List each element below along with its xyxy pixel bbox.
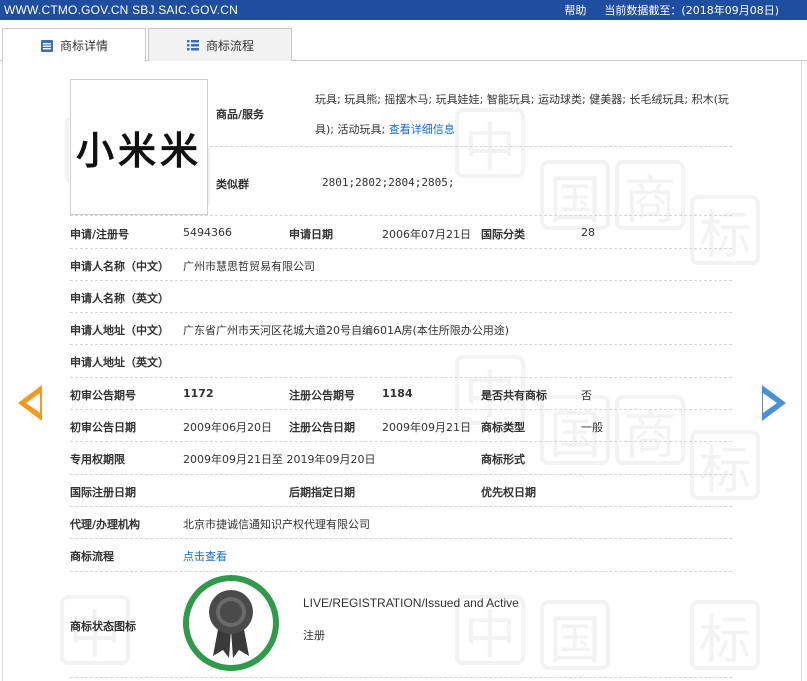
- tm-type-label: 商标类型: [481, 421, 525, 434]
- watermark: 商: [615, 395, 685, 466]
- view-details-link[interactable]: 查看详细信息: [389, 123, 455, 136]
- divider: [210, 146, 732, 147]
- watermark: 中: [455, 108, 525, 179]
- watermark: 标: [690, 195, 760, 266]
- tab-trademark-process[interactable]: 商标流程: [148, 28, 292, 61]
- intl-class-value: 28: [581, 226, 595, 239]
- next-arrow-inner: [763, 393, 777, 413]
- data-date: 当前数据截至：(2018年09月08日): [604, 4, 779, 17]
- exclusive-label: 专用权期限: [70, 453, 125, 466]
- divider: [70, 409, 732, 410]
- top-bar: WWW.CTMO.GOV.CN SBJ.SAIC.GOV.CN 帮助 当前数据截…: [0, 0, 807, 20]
- reg-notice-no-value: 1184: [382, 387, 413, 400]
- status-en: LIVE/REGISTRATION/Issued and Active: [303, 596, 519, 610]
- goods-line-2: 具); 活动玩具;: [315, 123, 386, 136]
- goods-label: 商品/服务: [216, 108, 265, 121]
- status-cn: 注册: [303, 629, 325, 642]
- app-date-value: 2006年07月21日: [382, 228, 471, 241]
- divider: [70, 571, 732, 572]
- award-ribbon-icon: [209, 590, 253, 658]
- tab-bar: 商标详情 商标流程: [0, 28, 807, 62]
- trademark-image: 小米米: [70, 79, 208, 215]
- similar-group-label: 类似群: [216, 178, 249, 191]
- prelim-date-value: 2009年06月20日: [183, 421, 272, 434]
- divider: [70, 506, 732, 507]
- goods-line-2-wrap: 具); 活动玩具; 查看详细信息: [315, 121, 455, 137]
- divider: [70, 344, 732, 345]
- agent-value: 北京市捷诚信通知识产权代理有限公司: [183, 518, 370, 531]
- reg-no-label: 申请/注册号: [70, 228, 130, 241]
- applicant-en-label: 申请人名称（英文）: [70, 292, 169, 305]
- view-process-link[interactable]: 点击查看: [183, 548, 227, 564]
- help-link[interactable]: 帮助: [564, 2, 586, 18]
- reg-notice-date-label: 注册公告日期: [289, 421, 355, 434]
- reg-notice-date-value: 2009年09月21日: [382, 421, 471, 434]
- prelim-no-value: 1172: [183, 387, 214, 400]
- divider: [70, 312, 732, 313]
- priority-date-label: 优先权日期: [481, 486, 536, 499]
- address-cn-label: 申请人地址（中文）: [70, 324, 169, 337]
- tm-type-value: 一般: [581, 421, 603, 434]
- status-label: 商标状态图标: [70, 620, 136, 633]
- reg-notice-no-label: 注册公告期号: [289, 389, 355, 402]
- prev-arrow-inner: [26, 393, 40, 413]
- shared-label: 是否共有商标: [481, 389, 547, 402]
- document-icon: [40, 39, 54, 53]
- exclusive-value: 2009年09月21日至 2019年09月20日: [183, 453, 376, 466]
- divider: [70, 677, 732, 678]
- intl-reg-date-label: 国际注册日期: [70, 486, 136, 499]
- similar-group-value: 2801;2802;2804;2805;: [322, 176, 455, 189]
- tm-form-label: 商标形式: [481, 453, 525, 466]
- tab-label: 商标流程: [205, 38, 254, 53]
- app-date-label: 申请日期: [289, 228, 333, 241]
- list-icon: [186, 38, 200, 52]
- divider: [70, 280, 732, 281]
- later-designation-label: 后期指定日期: [289, 486, 355, 499]
- divider: [70, 441, 732, 442]
- watermark: 国: [540, 600, 610, 671]
- site-domains: WWW.CTMO.GOV.CN SBJ.SAIC.GOV.CN: [4, 3, 239, 17]
- divider: [70, 248, 732, 249]
- applicant-cn-value: 广州市慧思哲贸易有限公司: [183, 260, 315, 273]
- watermark: 国: [540, 160, 610, 231]
- prelim-no-label: 初审公告期号: [70, 389, 136, 402]
- watermark: 标: [690, 600, 760, 671]
- tab-trademark-detail[interactable]: 商标详情: [2, 28, 146, 62]
- reg-no-value: 5494366: [183, 226, 232, 239]
- agent-label: 代理/办理机构: [70, 518, 141, 531]
- tab-label: 商标详情: [59, 39, 108, 53]
- prelim-date-label: 初审公告日期: [70, 421, 136, 434]
- intl-class-label: 国际分类: [481, 228, 525, 241]
- applicant-cn-label: 申请人名称（中文）: [70, 260, 169, 273]
- divider: [70, 538, 732, 539]
- shared-value: 否: [581, 389, 592, 402]
- address-cn-value: 广东省广州市天河区花城大道20号自编601A房(本住所限办公用途): [183, 324, 510, 337]
- divider: [70, 215, 732, 216]
- address-en-label: 申请人地址（英文）: [70, 356, 169, 369]
- process-label: 商标流程: [70, 550, 114, 563]
- registration-status-badge: [183, 575, 279, 671]
- trademark-image-text: 小米米: [75, 128, 202, 173]
- divider: [70, 474, 732, 475]
- divider: [70, 377, 732, 378]
- goods-line-1: 玩具; 玩具熊; 摇摆木马; 玩具娃娃; 智能玩具; 运动球类; 健美器; 长毛…: [315, 93, 729, 106]
- watermark: 商: [615, 160, 685, 231]
